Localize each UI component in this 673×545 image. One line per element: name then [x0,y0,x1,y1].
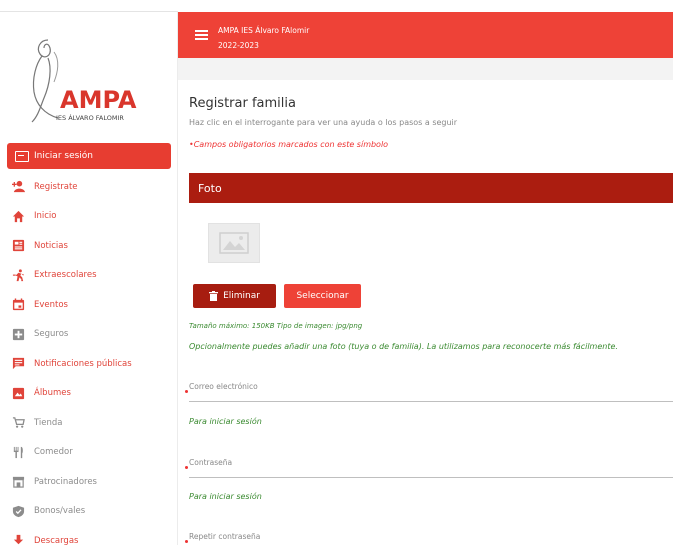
menu-icon[interactable] [195,30,208,40]
sidebar-item-tienda[interactable]: Tienda [0,408,178,438]
sidebar-item-comedor[interactable]: Comedor [0,438,178,468]
sidebar-item-bonos[interactable]: Bonos/vales [0,497,178,527]
page-title: Registrar familia [189,96,296,111]
sidebar-item-seguros[interactable]: Seguros [0,320,178,350]
sidebar-item-noticias[interactable]: Noticias [0,231,178,261]
running-icon [11,268,25,282]
photo-placeholder[interactable] [208,223,260,263]
trash-icon [209,291,219,301]
password-hint: Para iniciar sesión [189,492,262,501]
repeat-password-label: Repetir contraseña [189,532,261,541]
sidebar-item-label: Registrate [34,181,78,192]
calendar-icon [11,298,25,312]
photo-section-title: Foto [198,181,222,195]
photo-section-header: Foto [189,173,673,203]
sidebar-item-albumes[interactable]: Álbumes [0,379,178,409]
sidebar: AMPA IES ÁLVARO FALOMIR Iniciar sesión R… [0,12,178,545]
sidebar-item-extraescolares[interactable]: Extraescolares [0,261,178,291]
sidebar-item-label: Notificaciones públicas [34,358,132,369]
sidebar-item-label: Bonos/vales [34,506,86,517]
sidebar-item-label: Tienda [34,417,63,428]
sidebar-item-registrate[interactable]: Registrate [0,172,178,202]
size-hint: Tamaño máximo: 150KB Tipo de imagen: jpg… [189,322,363,330]
header-band [178,58,673,80]
sidebar-item-patrocinadores[interactable]: Patrocinadores [0,467,178,497]
required-marker [185,390,188,393]
sidebar-nav: Registrate Inicio Noticias Extraescolare… [0,172,178,545]
sidebar-item-descargas[interactable]: Descargas [0,526,178,545]
header-title: AMPA IES Álvaro FAlomir [218,26,310,35]
sidebar-item-notificaciones[interactable]: Notificaciones públicas [0,349,178,379]
password-label: Contraseña [189,458,233,467]
sidebar-item-label: Eventos [34,299,68,310]
login-button[interactable]: Iniciar sesión [7,143,171,169]
sidebar-item-label: Seguros [34,329,69,340]
sidebar-item-label: Álbumes [34,388,71,399]
password-field[interactable]: Contraseña [185,452,673,478]
login-label: Iniciar sesión [34,151,94,161]
sidebar-item-label: Descargas [34,535,79,545]
sidebar-item-label: Noticias [34,240,68,251]
top-divider [0,0,178,12]
svg-text:IES ÁLVARO FALOMIR: IES ÁLVARO FALOMIR [56,113,124,122]
medical-plus-icon [11,327,25,341]
svg-text:AMPA: AMPA [60,86,137,114]
email-hint: Para iniciar sesión [189,417,262,426]
sidebar-item-inicio[interactable]: Inicio [0,202,178,232]
cutlery-icon [11,445,25,459]
news-icon [11,239,25,253]
login-icon [15,150,29,162]
sidebar-item-eventos[interactable]: Eventos [0,290,178,320]
email-field[interactable]: Correo electrónico [185,376,673,402]
home-icon [11,209,25,223]
required-marker [185,540,188,543]
download-icon [11,534,25,545]
sidebar-item-label: Patrocinadores [34,476,97,487]
store-icon [11,475,25,489]
select-label: Seleccionar [296,291,349,301]
add-user-icon [11,180,25,194]
repeat-password-field[interactable]: Repetir contraseña [185,526,673,545]
cart-icon [11,416,25,430]
header-subtitle: 2022-2023 [218,41,259,50]
main-content: Registrar familia Haz clic en el interro… [178,80,673,545]
image-icon [219,232,249,254]
delete-photo-button[interactable]: Eliminar [193,284,276,308]
email-label: Correo electrónico [189,382,258,391]
sidebar-item-label: Comedor [34,447,73,458]
app-header: AMPA IES Álvaro FAlomir 2022-2023 [178,12,673,58]
photo-icon [11,386,25,400]
help-text: Haz clic en el interrogante para ver una… [189,118,458,127]
shield-check-icon [11,504,25,518]
ampa-logo[interactable]: AMPA IES ÁLVARO FALOMIR [18,34,138,132]
message-icon [11,357,25,371]
required-note: •Campos obligatorios marcados con este s… [189,140,389,149]
sidebar-item-label: Inicio [34,211,57,222]
required-marker [185,466,188,469]
delete-label: Eliminar [223,291,260,301]
sidebar-item-label: Extraescolares [34,270,97,281]
photo-hint: Opcionalmente puedes añadir una foto (tu… [189,342,618,351]
select-photo-button[interactable]: Seleccionar [284,284,361,308]
